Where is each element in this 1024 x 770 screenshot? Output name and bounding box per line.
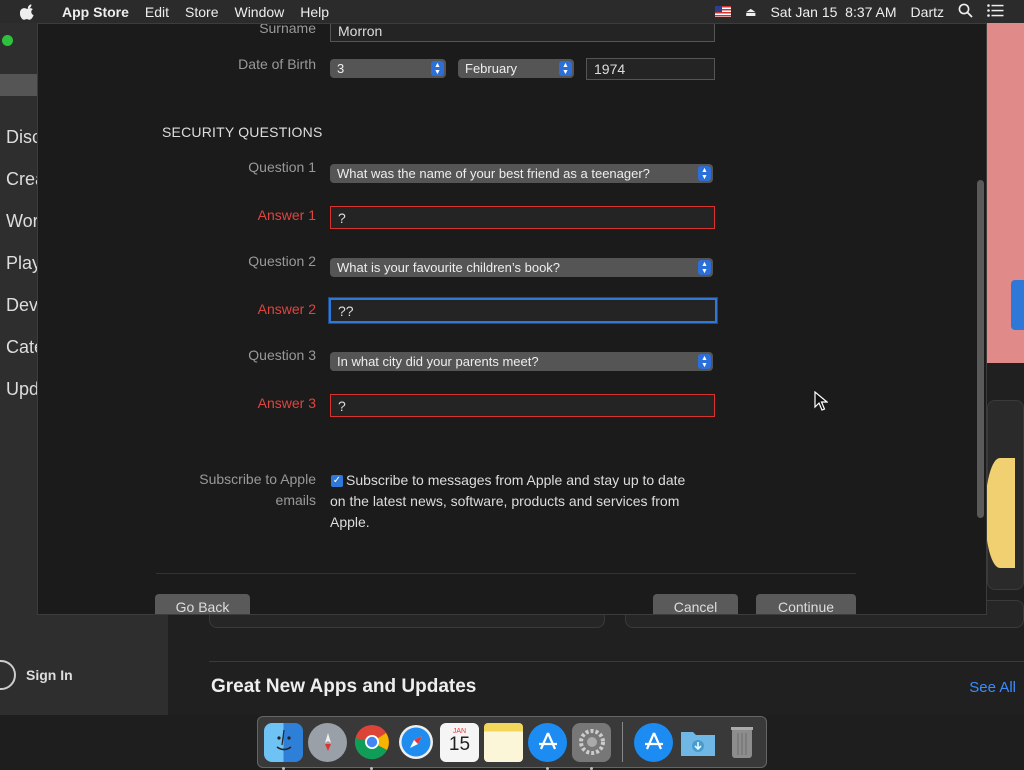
see-all-link[interactable]: See All: [969, 679, 1016, 696]
stepper-arrows-icon: ▲ ▼: [698, 260, 711, 275]
dob-day-select[interactable]: 3 ▲ ▼: [330, 59, 446, 78]
menu-store[interactable]: Store: [177, 4, 226, 20]
answer2-value: ??: [338, 302, 354, 319]
calendar-icon[interactable]: JAN 15: [440, 722, 479, 762]
sidebar-item-discover[interactable]: Disc: [6, 127, 41, 148]
go-back-button[interactable]: Go Back: [155, 594, 250, 614]
answer1-field[interactable]: ?: [330, 206, 715, 229]
chrome-icon[interactable]: [352, 723, 391, 770]
stepper-arrows-icon: ▲ ▼: [431, 61, 444, 76]
menu-edit[interactable]: Edit: [137, 4, 177, 20]
subscribe-text-line3: Apple.: [330, 514, 370, 530]
question1-value: What was the name of your best friend as…: [337, 166, 650, 181]
app-store-icon-2[interactable]: [634, 722, 673, 762]
stepper-arrows-icon: ▲ ▼: [559, 61, 572, 76]
surname-field[interactable]: Morron: [330, 23, 715, 42]
menu-window[interactable]: Window: [226, 4, 292, 20]
sheet-scrollbar[interactable]: [977, 180, 984, 518]
footer-divider: [156, 573, 856, 574]
app-store-icon[interactable]: [528, 722, 567, 770]
answer1-value: ?: [338, 209, 346, 226]
create-apple-id-sheet: Surname Morron Date of Birth 3 ▲ ▼ Februa…: [37, 23, 987, 615]
running-indicator: [546, 766, 549, 770]
menu-bar: App Store Edit Store Window Help ⏏ Sat J…: [0, 0, 1024, 23]
running-indicator: [282, 766, 285, 770]
featured-button[interactable]: [1011, 280, 1024, 330]
stepper-arrows-icon: ▲ ▼: [698, 354, 711, 369]
question3-value: In what city did your parents meet?: [337, 354, 539, 369]
input-source-flag-icon[interactable]: [715, 6, 732, 17]
dob-year-value: 1974: [594, 61, 626, 77]
dob-day-value: 3: [337, 61, 345, 76]
question2-select[interactable]: What is your favourite children’s book? …: [330, 258, 713, 277]
window-zoom-button[interactable]: [2, 35, 13, 46]
sidebar-search-field[interactable]: [0, 74, 40, 96]
finder-icon[interactable]: [264, 722, 303, 770]
dob-month-value: February: [465, 61, 518, 76]
stepper-arrows-icon: ▲ ▼: [698, 166, 711, 181]
system-preferences-icon[interactable]: [572, 722, 611, 770]
mouse-cursor-icon: [814, 390, 829, 416]
question1-select[interactable]: What was the name of your best friend as…: [330, 164, 713, 183]
dob-label: Date of Birth: [238, 56, 316, 72]
sidebar-item-work[interactable]: Wor: [6, 211, 39, 232]
question2-label: Question 2: [248, 253, 316, 269]
answer2-label: Answer 2: [257, 301, 316, 317]
question3-select[interactable]: In what city did your parents meet? ▲ ▼: [330, 352, 713, 371]
account-icon: [0, 660, 16, 690]
menubar-datetime[interactable]: Sat Jan 15 8:37 AM: [770, 4, 896, 20]
menu-app-store[interactable]: App Store: [54, 4, 137, 20]
subscribe-text-line1: Subscribe to messages from Apple and sta…: [346, 472, 686, 488]
notes-icon[interactable]: [484, 722, 523, 762]
notification-center-icon[interactable]: [987, 3, 1004, 20]
dock-separator: [622, 722, 623, 762]
subscribe-label-line2: emails: [275, 492, 316, 508]
apple-menu-icon[interactable]: [20, 3, 42, 20]
question2-value: What is your favourite children’s book?: [337, 260, 561, 275]
dock: JAN 15: [257, 716, 767, 770]
subscribe-text-line2: on the latest news, software, products a…: [330, 493, 680, 509]
running-indicator: [370, 766, 373, 770]
continue-button[interactable]: Continue: [756, 594, 856, 614]
subscribe-label: Subscribe to Apple emails: [158, 469, 316, 511]
calendar-day: 15: [448, 734, 471, 755]
menubar-user[interactable]: Dartz: [911, 4, 944, 20]
sign-in-label: Sign In: [26, 667, 73, 683]
subscribe-text: Subscribe to messages from Apple and sta…: [330, 470, 730, 533]
menu-help[interactable]: Help: [292, 4, 337, 20]
spotlight-search-icon[interactable]: [958, 3, 973, 21]
surname-value: Morron: [338, 23, 383, 39]
featured-app-icon: [985, 458, 1015, 568]
downloads-folder-icon[interactable]: [678, 723, 717, 762]
answer3-label: Answer 3: [257, 395, 316, 411]
surname-label: Surname: [259, 23, 316, 36]
sidebar-item-play[interactable]: Play: [6, 253, 41, 274]
security-questions-heading: SECURITY QUESTIONS: [162, 124, 323, 140]
trash-icon[interactable]: [722, 723, 761, 762]
sidebar-item-updates[interactable]: Upd: [6, 379, 39, 400]
dob-month-select[interactable]: February ▲ ▼: [458, 59, 574, 78]
answer3-value: ?: [338, 397, 346, 414]
launchpad-icon[interactable]: [308, 722, 347, 762]
answer2-field[interactable]: ??: [329, 298, 717, 323]
subscribe-label-line1: Subscribe to Apple: [199, 471, 316, 487]
sidebar-item-develop[interactable]: Dev: [6, 295, 38, 316]
dob-year-field[interactable]: 1974: [586, 58, 715, 80]
question1-label: Question 1: [248, 159, 316, 175]
sign-in-button[interactable]: Sign In: [0, 660, 73, 690]
running-indicator: [590, 766, 593, 770]
eject-icon[interactable]: ⏏: [745, 5, 756, 19]
section-divider: [209, 661, 1024, 662]
cancel-button[interactable]: Cancel: [653, 594, 738, 614]
answer1-label: Answer 1: [257, 207, 316, 223]
answer3-field[interactable]: ?: [330, 394, 715, 417]
section-title: Great New Apps and Updates: [211, 676, 477, 697]
question3-label: Question 3: [248, 347, 316, 363]
safari-icon[interactable]: [396, 723, 435, 762]
